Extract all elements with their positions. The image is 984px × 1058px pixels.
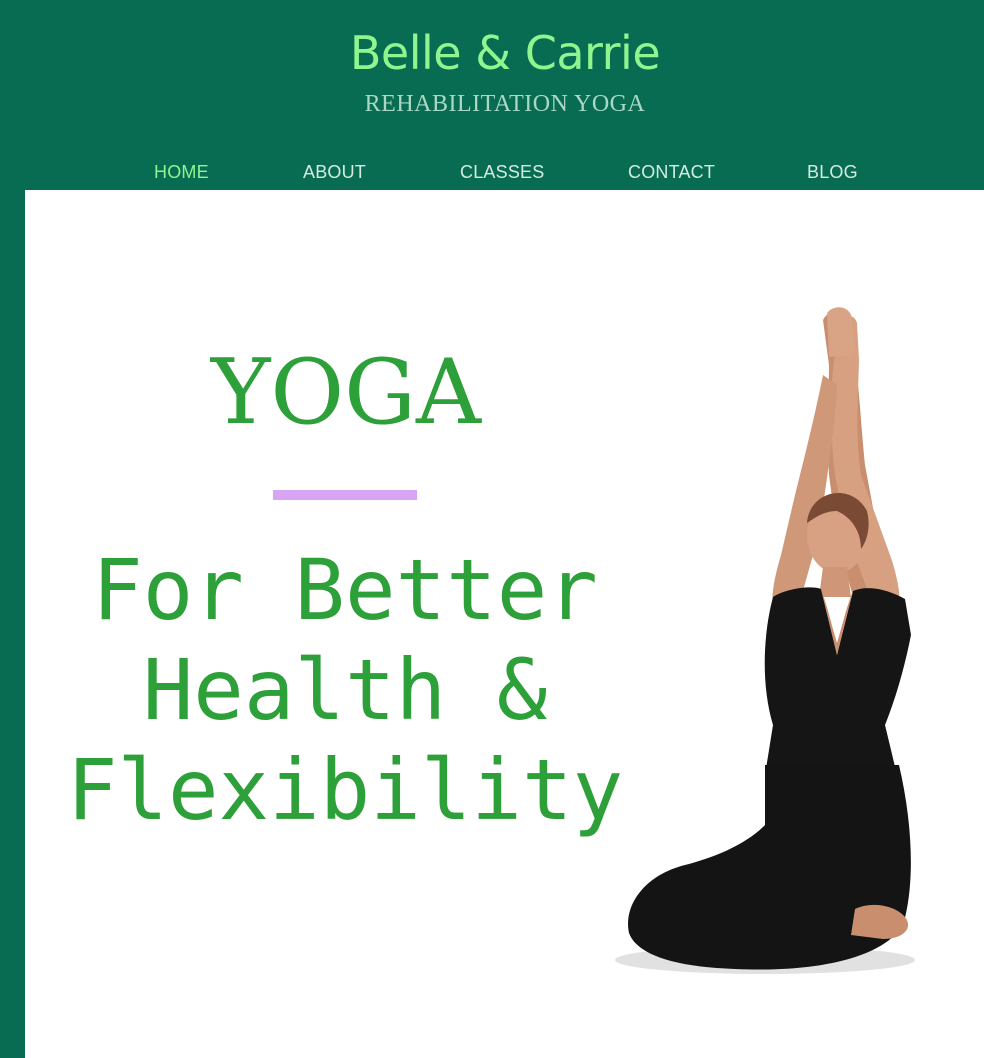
nav-item-about[interactable]: ABOUT [303,158,366,186]
hero-tagline-line: Flexibility [66,741,624,839]
hero-tagline-line: Health & [142,641,548,739]
site-header: Belle & Carrie REHABILITATION YOGA HOME … [0,0,984,190]
yoga-woman-image [615,307,915,974]
nav-item-blog[interactable]: BLOG [807,158,858,186]
nav-item-classes[interactable]: CLASSES [460,158,544,186]
hero-tagline-line: For Better [92,541,598,639]
hero-heading: YOGA [210,340,482,445]
hero-divider [273,490,417,500]
hero-tagline: For Better Health & Flexibility [65,540,625,840]
nav-item-contact[interactable]: CONTACT [628,158,715,186]
nav-item-home[interactable]: HOME [154,158,209,186]
main-nav: HOME ABOUT CLASSES CONTACT BLOG [0,158,984,186]
brand-subtitle: REHABILITATION YOGA [364,91,646,117]
brand-title[interactable]: Belle & Carrie [0,24,984,82]
hero-section: YOGA For Better Health & Flexibility [25,190,984,1058]
